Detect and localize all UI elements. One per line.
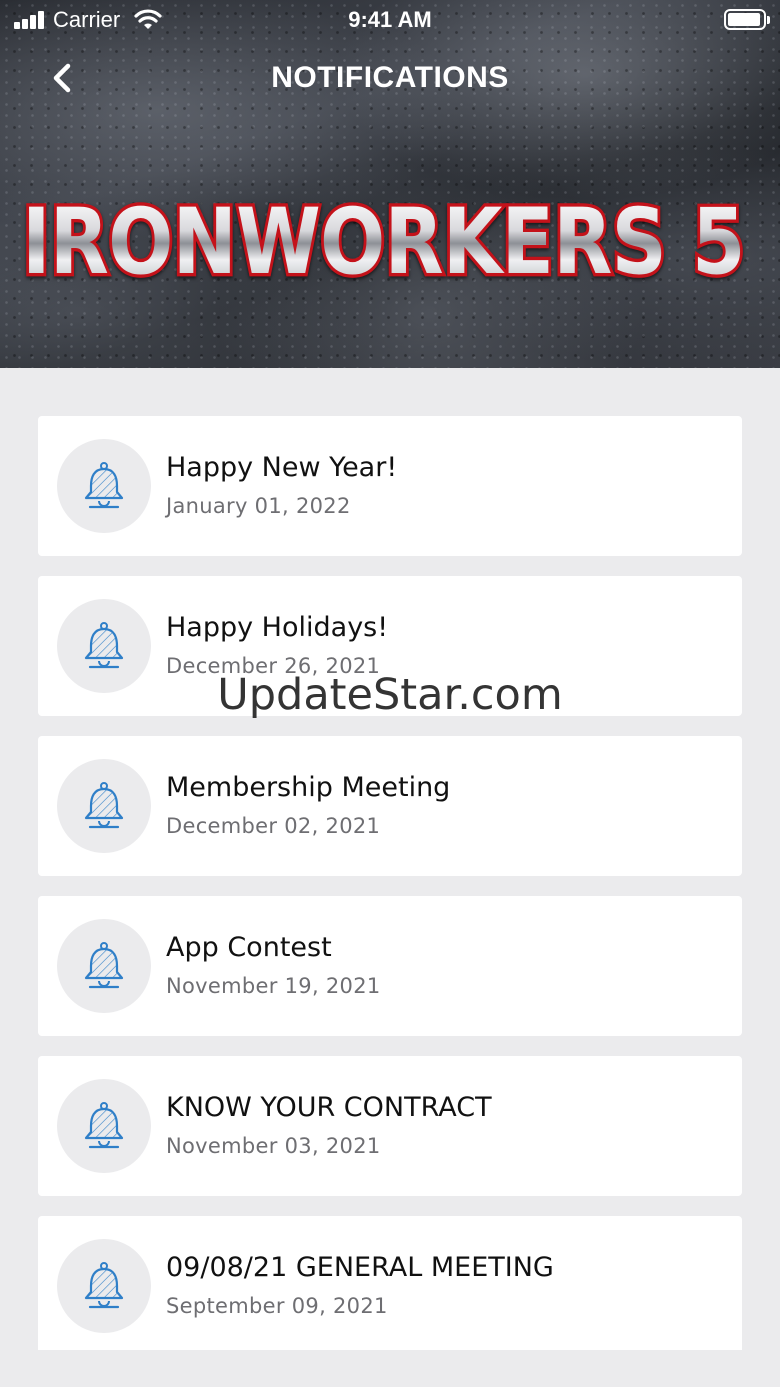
notification-title: Happy New Year! (166, 452, 398, 483)
header-banner: Carrier 9:41 AM NOTIFICATIONS IRONWORKER… (0, 0, 780, 368)
notification-item[interactable]: Membership Meeting December 02, 2021 (38, 736, 742, 876)
notification-item[interactable]: App Contest November 19, 2021 (38, 896, 742, 1036)
watermark: UpdateStar.com (217, 670, 563, 720)
notification-date: December 02, 2021 (166, 814, 381, 838)
notification-date: January 01, 2022 (166, 494, 351, 518)
notification-date: November 03, 2021 (166, 1134, 381, 1158)
bell-icon (57, 759, 151, 853)
status-time: 9:41 AM (348, 7, 432, 32)
bell-icon (57, 439, 151, 533)
bell-icon (57, 919, 151, 1013)
notification-date: November 19, 2021 (166, 974, 381, 998)
notification-title: App Contest (166, 932, 332, 963)
notification-title: 09/08/21 GENERAL MEETING (166, 1252, 554, 1283)
page-title: NOTIFICATIONS (271, 61, 509, 94)
logo-text: IRONWORKERS 5 (22, 188, 745, 295)
bell-icon (57, 1239, 151, 1333)
notification-item[interactable]: Happy New Year! January 01, 2022 (38, 416, 742, 556)
ironworkers-logo: IRONWORKERS 5 IRONWORKERS 5 (19, 188, 762, 306)
notification-title: Happy Holidays! (166, 612, 389, 643)
battery-icon (724, 9, 770, 30)
notification-date: September 09, 2021 (166, 1294, 388, 1318)
nav-bar: NOTIFICATIONS (0, 50, 780, 110)
notification-item[interactable]: 09/08/21 GENERAL MEETING September 09, 2… (38, 1216, 742, 1350)
notification-title: KNOW YOUR CONTRACT (166, 1092, 492, 1123)
notification-item[interactable]: KNOW YOUR CONTRACT November 03, 2021 (38, 1056, 742, 1196)
status-bar: Carrier 9:41 AM (0, 0, 780, 40)
notification-title: Membership Meeting (166, 772, 451, 803)
bell-icon (57, 1079, 151, 1173)
